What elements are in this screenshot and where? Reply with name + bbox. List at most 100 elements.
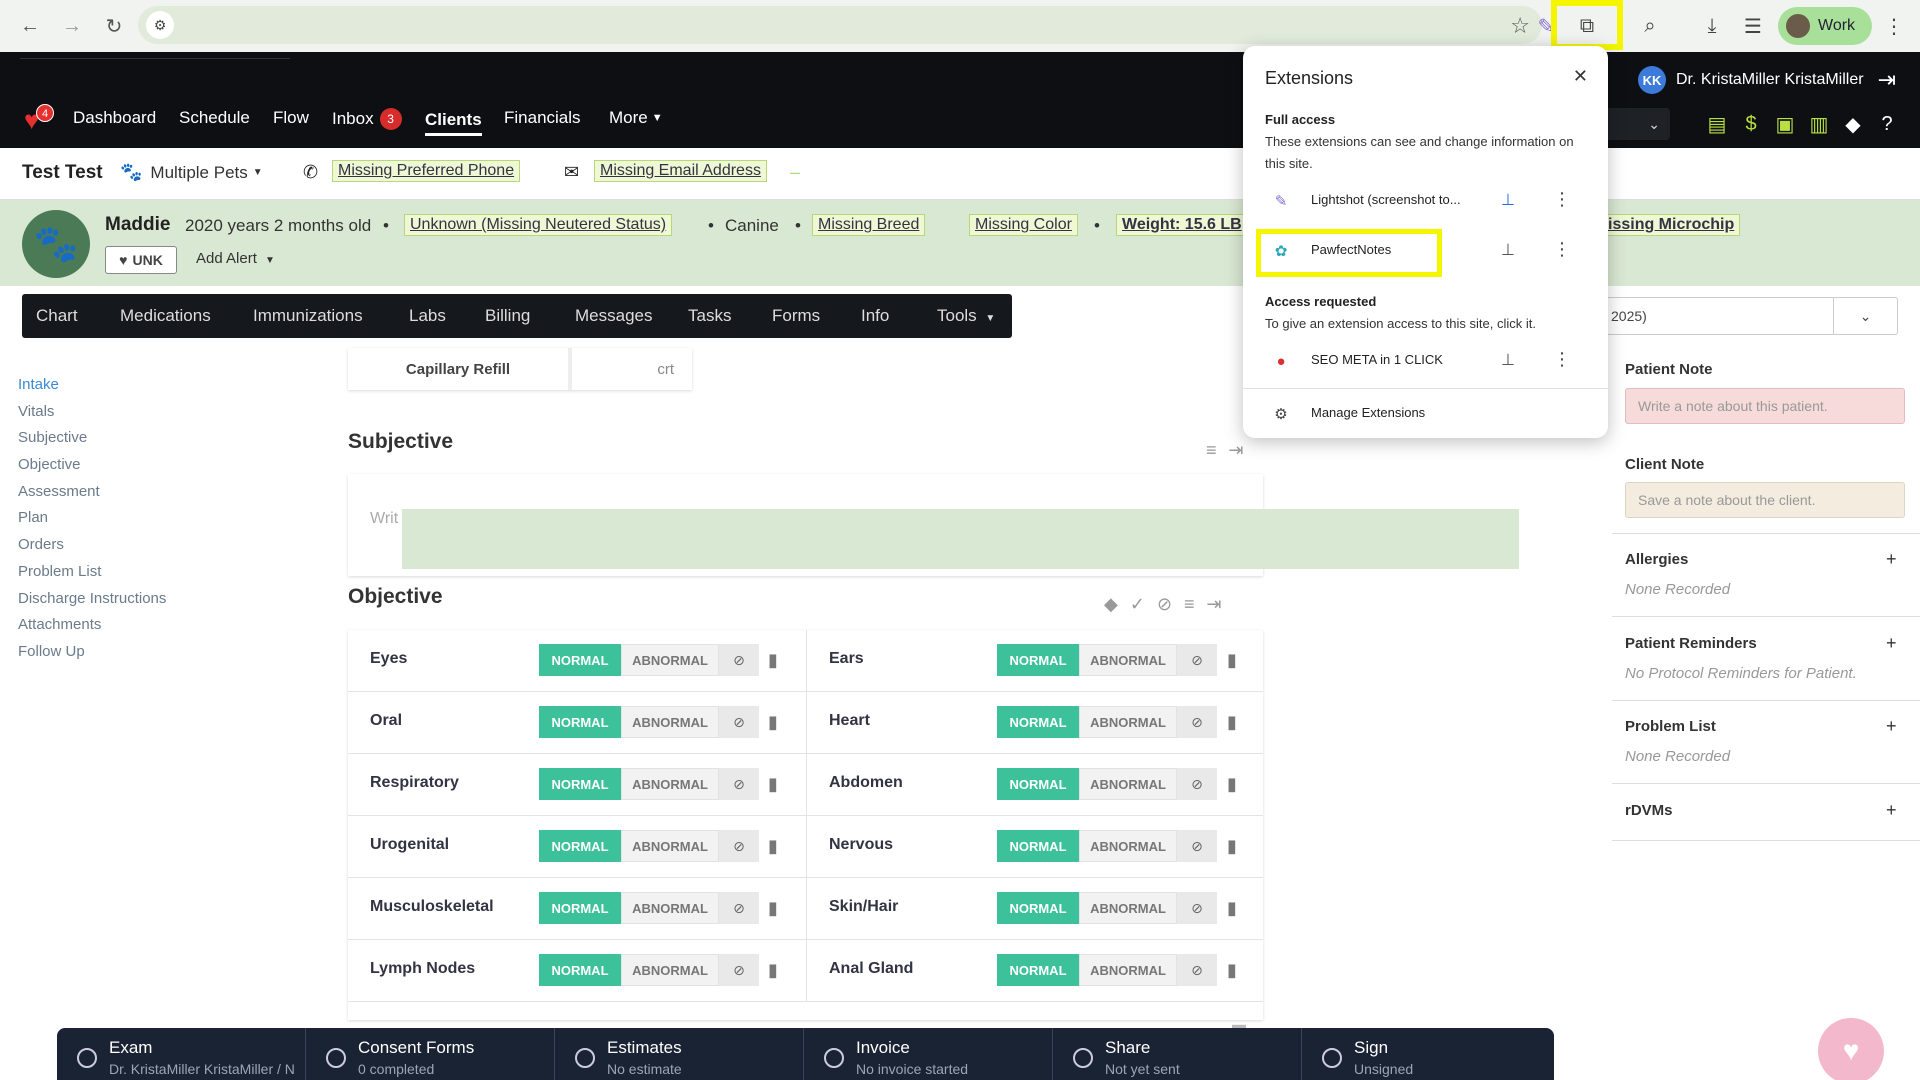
client-note-input[interactable]: Save a note about the client. [1625,482,1905,518]
tab-info[interactable]: Info [861,306,889,326]
tab-labs[interactable]: Labs [409,306,446,326]
reading-list-icon[interactable]: ☰ [1735,8,1771,44]
abnormal-button[interactable]: ABNORMAL [1079,706,1177,738]
tab-billing[interactable]: Billing [485,306,530,326]
normal-button[interactable]: NORMAL [997,830,1079,862]
dollar-icon[interactable]: $ [1734,113,1768,136]
side-nav-plan[interactable]: Plan [18,509,166,536]
missing-email-link[interactable]: Missing Email Address [594,160,767,182]
help-icon[interactable]: ? [1870,113,1904,136]
document-icon[interactable]: ▮ [768,836,778,857]
add-alert-button[interactable]: Add Alert ▼ [196,250,275,267]
normal-button[interactable]: NORMAL [539,768,621,800]
profile-chip[interactable]: Work [1778,7,1872,45]
normal-button[interactable]: NORMAL [997,954,1079,986]
abnormal-button[interactable]: ABNORMAL [1079,768,1177,800]
nav-inbox[interactable]: Inbox 3 [332,108,402,130]
add-list-icon[interactable]: ≡ [1206,440,1229,460]
site-settings-icon[interactable]: ⚙ [146,11,174,39]
menu-kebab-icon[interactable]: ⋮ [1876,8,1912,44]
tag-icon[interactable]: ◆ [1104,594,1130,614]
document-icon[interactable]: ▮ [1227,774,1237,795]
nav-clients[interactable]: Clients [425,110,482,136]
missing-color-link[interactable]: Missing Color [969,214,1078,236]
document-icon[interactable]: ▮ [1227,898,1237,919]
check-all-icon[interactable]: ✓ [1130,594,1157,614]
hide-eye-icon[interactable]: ⊘ [1177,830,1217,862]
hide-eye-icon[interactable]: ⊘ [1177,644,1217,676]
tab-search-icon[interactable]: ⌕ [1632,8,1668,44]
normal-button[interactable]: NORMAL [997,768,1079,800]
logout-icon[interactable]: ⇥ [1878,67,1896,93]
step-estimates[interactable]: Estimates No estimate [555,1028,804,1080]
capillary-refill-input[interactable]: crt [576,348,692,390]
abnormal-button[interactable]: ABNORMAL [1079,954,1177,986]
side-nav-assessment[interactable]: Assessment [18,483,166,510]
patient-avatar-paw-icon[interactable]: 🐾 [22,210,90,278]
add-problem-plus-icon[interactable]: + [1886,716,1897,737]
nav-dashboard[interactable]: Dashboard [73,108,156,128]
more-options-icon[interactable]: ⋮ [1553,189,1571,210]
pin-icon[interactable]: ⊥ [1501,350,1515,370]
side-nav-problem-list[interactable]: Problem List [18,563,166,590]
document-check-icon[interactable]: ▥ [1802,112,1836,137]
normal-button[interactable]: NORMAL [539,706,621,738]
hide-eye-icon[interactable]: ⊘ [719,892,759,924]
encounter-date-select[interactable]: 2025) ⌄ [1600,297,1898,335]
weight-link[interactable]: Weight: 15.6 LB [1116,214,1248,236]
document-icon[interactable]: ▮ [1227,650,1237,671]
abnormal-button[interactable]: ABNORMAL [621,830,719,862]
abnormal-button[interactable]: ABNORMAL [621,706,719,738]
unk-alert-button[interactable]: ♥ UNK [105,246,177,274]
patient-note-input[interactable]: Write a note about this patient. [1625,388,1905,424]
collapse-icon[interactable]: ⇥ [1207,594,1234,614]
tab-medications[interactable]: Medications [120,306,211,326]
document-icon[interactable]: ▮ [768,712,778,733]
hide-eye-icon[interactable]: ⊘ [719,706,759,738]
step-consent-forms[interactable]: Consent Forms 0 completed [306,1028,555,1080]
location-dropdown[interactable]: ⌄ [1600,108,1670,140]
hide-eye-icon[interactable]: ⊘ [1177,954,1217,986]
more-options-icon[interactable]: ⋮ [1553,239,1571,260]
add-list-icon[interactable]: ≡ [1184,594,1207,614]
nav-financials[interactable]: Financials [504,108,581,128]
document-icon[interactable]: ▮ [1227,712,1237,733]
download-icon[interactable]: ⤓ [1694,8,1730,44]
abnormal-button[interactable]: ABNORMAL [621,892,719,924]
document-icon[interactable]: ▮ [768,650,778,671]
side-nav-subjective[interactable]: Subjective [18,429,166,456]
add-reminder-plus-icon[interactable]: + [1886,633,1897,654]
hide-eye-icon[interactable]: ⊘ [719,954,759,986]
abnormal-button[interactable]: ABNORMAL [621,768,719,800]
normal-button[interactable]: NORMAL [539,830,621,862]
abnormal-button[interactable]: ABNORMAL [1079,644,1177,676]
missing-breed-link[interactable]: Missing Breed [812,214,926,236]
side-nav-discharge-instructions[interactable]: Discharge Instructions [18,590,166,617]
side-nav-orders[interactable]: Orders [18,536,166,563]
document-icon[interactable]: ▮ [768,774,778,795]
abnormal-button[interactable]: ABNORMAL [621,644,719,676]
hide-eye-icon[interactable]: ⊘ [719,644,759,676]
document-icon[interactable]: ▮ [768,898,778,919]
bell-icon[interactable]: ◆ [1836,112,1870,137]
side-nav-attachments[interactable]: Attachments [18,616,166,643]
normal-button[interactable]: NORMAL [539,892,621,924]
pin-icon[interactable]: ⊥ [1501,240,1515,260]
step-exam[interactable]: Exam Dr. KristaMiller KristaMiller / N [57,1028,306,1080]
add-allergy-plus-icon[interactable]: + [1886,549,1897,570]
address-bar[interactable]: ⚙ ☆ [138,6,1542,44]
hide-eye-icon[interactable]: ⊘ [719,830,759,862]
hide-icon[interactable]: ⊘ [1157,594,1184,614]
tab-tools[interactable]: Tools ▼ [937,306,995,326]
normal-button[interactable]: NORMAL [997,892,1079,924]
manage-extensions-row[interactable]: ⚙ Manage Extensions [1243,392,1608,436]
nav-more[interactable]: More ▼ [609,108,663,128]
tab-forms[interactable]: Forms [772,306,820,326]
side-nav-objective[interactable]: Objective [18,456,166,483]
step-sign[interactable]: Sign Unsigned [1302,1028,1551,1080]
missing-microchip-link[interactable]: issing Microchip [1602,214,1741,236]
nav-schedule[interactable]: Schedule [179,108,250,128]
reload-icon[interactable]: ↻ [96,8,132,44]
document-icon[interactable]: ▮ [1227,836,1237,857]
add-rdvm-plus-icon[interactable]: + [1886,800,1897,821]
